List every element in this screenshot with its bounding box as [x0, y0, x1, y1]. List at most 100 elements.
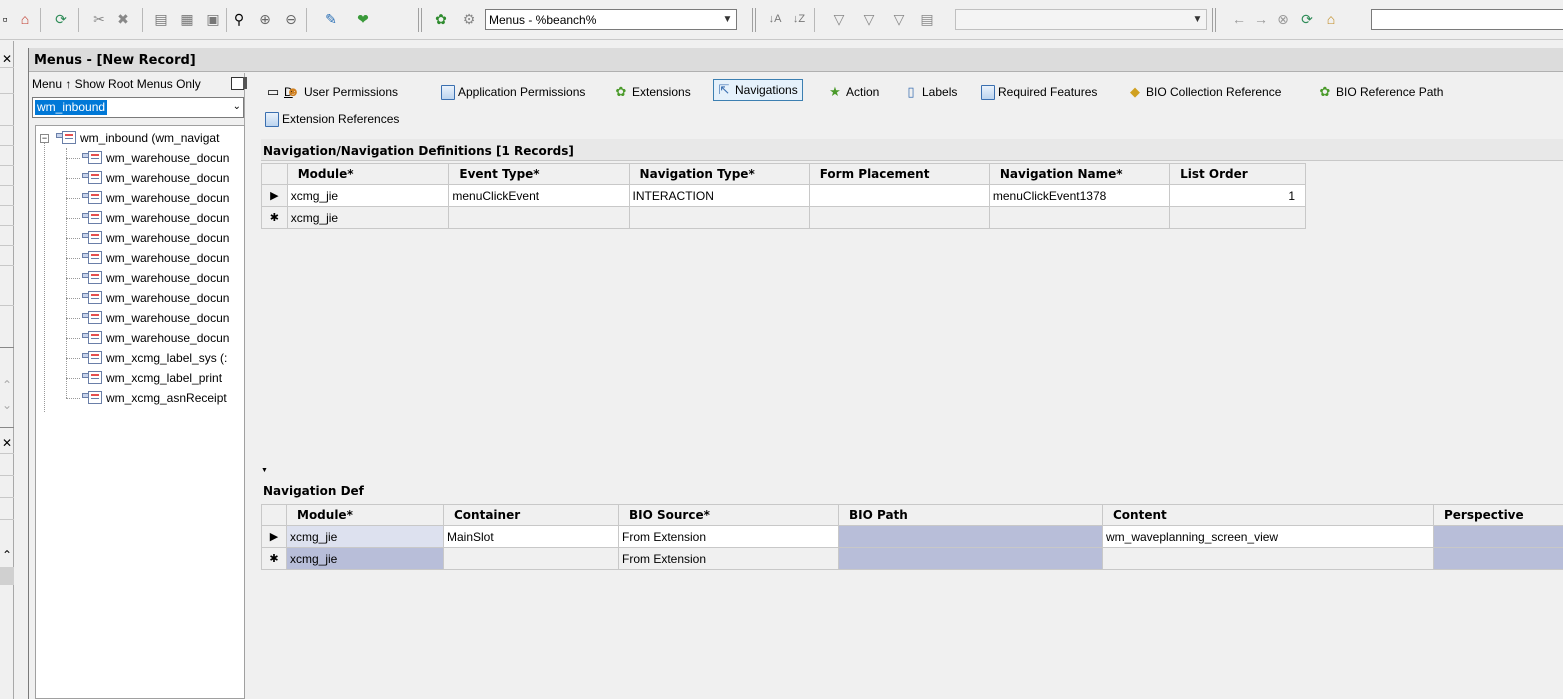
- new-row-icon[interactable]: ✱: [261, 206, 288, 229]
- form-view-icon[interactable]: ▤: [152, 10, 170, 28]
- tree-node[interactable]: wm_warehouse_docun: [82, 228, 229, 248]
- tree-node[interactable]: wm_xcmg_asnReceipt: [82, 388, 227, 408]
- home-page-icon[interactable]: ⌂: [1322, 10, 1340, 28]
- grid-splitter[interactable]: ▼: [261, 467, 1563, 474]
- edit-icon[interactable]: ✎: [322, 10, 340, 28]
- grid-cell[interactable]: wm_waveplanning_screen_view: [1102, 525, 1434, 548]
- grid-cell[interactable]: [1433, 547, 1563, 570]
- grid-cell[interactable]: [448, 206, 630, 229]
- tree-node[interactable]: wm_warehouse_docun: [82, 188, 229, 208]
- current-row-icon[interactable]: ▶: [261, 184, 288, 207]
- delete-icon[interactable]: ✖: [114, 10, 132, 28]
- tree-node[interactable]: wm_warehouse_docun: [82, 168, 229, 188]
- filter-by-selection-icon[interactable]: ▽: [830, 10, 848, 28]
- zoom-in-icon[interactable]: ⊕: [256, 10, 274, 28]
- chevron-down-icon[interactable]: ⌄: [233, 101, 241, 112]
- column-header[interactable]: Module*: [286, 504, 444, 526]
- remove-filter-icon[interactable]: ▽: [890, 10, 908, 28]
- tree-node[interactable]: wm_warehouse_docun: [82, 248, 229, 268]
- chevron-up-icon[interactable]: ⌃: [0, 377, 14, 393]
- refresh-page-icon[interactable]: ⟳: [1298, 10, 1316, 28]
- cut-icon[interactable]: ✂: [90, 10, 108, 28]
- save-icon[interactable]: ❤: [354, 10, 372, 28]
- menu-filter-combo[interactable]: Menus - %beanch% ▼: [485, 9, 737, 30]
- grid-cell[interactable]: [808, 206, 990, 229]
- grid-cell[interactable]: [1433, 525, 1563, 548]
- column-header[interactable]: Event Type*: [448, 163, 630, 185]
- saved-filter-combo[interactable]: ▼: [955, 9, 1207, 30]
- grid-cell[interactable]: [1102, 547, 1434, 570]
- column-header[interactable]: Content: [1102, 504, 1434, 526]
- close-icon[interactable]: ✕: [0, 435, 14, 451]
- tree-node[interactable]: wm_warehouse_docun: [82, 308, 229, 328]
- tab-bio-collection-reference[interactable]: ◆ BIO Collection Reference: [1127, 81, 1281, 103]
- tab-navigations[interactable]: ⇱ Navigations: [713, 79, 803, 101]
- forward-arrow-icon[interactable]: →: [1252, 10, 1270, 28]
- tab-extension-references[interactable]: Extension References: [265, 108, 399, 130]
- grid-cell[interactable]: INTERACTION: [628, 184, 810, 207]
- column-header[interactable]: Container: [443, 504, 619, 526]
- grid-cell[interactable]: [808, 184, 990, 207]
- tab-bio-reference-path[interactable]: ✿ BIO Reference Path: [1317, 81, 1444, 103]
- new-row-icon[interactable]: ✱: [261, 547, 287, 570]
- close-icon[interactable]: ✕: [0, 51, 14, 67]
- tree-node-root[interactable]: − wm_inbound (wm_navigat: [36, 128, 219, 148]
- zoom-out-icon[interactable]: ⊖: [282, 10, 300, 28]
- column-header[interactable]: Form Placement: [808, 163, 990, 185]
- tab-extensions[interactable]: ✿ Extensions: [613, 81, 691, 103]
- grid-cell[interactable]: 1: [1169, 184, 1306, 207]
- grid-cell[interactable]: [838, 547, 1103, 570]
- window-icon[interactable]: ▫: [0, 10, 14, 28]
- new-record-row[interactable]: ✱ xcmg_jie: [261, 206, 1306, 229]
- panel-splitter-handle[interactable]: [243, 77, 247, 89]
- grid-cell[interactable]: menuClickEvent: [448, 184, 630, 207]
- filter-icon[interactable]: ▽: [860, 10, 878, 28]
- chevron-down-icon[interactable]: ⌄: [0, 397, 14, 413]
- tab-application-permissions[interactable]: Application Permissions: [441, 81, 585, 103]
- toolbar-grip[interactable]: [1212, 8, 1216, 32]
- tab-labels[interactable]: ▯ Labels: [903, 81, 957, 103]
- filter-form-icon[interactable]: ▤: [918, 10, 936, 28]
- chevron-down-icon[interactable]: ▼: [719, 10, 736, 29]
- tree-node[interactable]: wm_warehouse_docun: [82, 148, 229, 168]
- tree-node[interactable]: wm_warehouse_docun: [82, 208, 229, 228]
- current-row-icon[interactable]: ▶: [261, 525, 287, 548]
- back-arrow-icon[interactable]: ←: [1230, 10, 1248, 28]
- grid-cell[interactable]: xcmg_jie: [286, 206, 450, 229]
- grid-cell[interactable]: MainSlot: [443, 525, 619, 548]
- tree-node[interactable]: wm_warehouse_docun: [82, 288, 229, 308]
- gear-icon[interactable]: ⚙: [460, 10, 478, 28]
- sort-ascending-icon[interactable]: ↓A: [766, 10, 784, 28]
- grid-cell[interactable]: menuClickEvent1378: [988, 184, 1171, 207]
- tree-node[interactable]: wm_warehouse_docun: [82, 268, 229, 288]
- sort-descending-icon[interactable]: ↓Z: [790, 10, 808, 28]
- chevron-down-icon[interactable]: ▼: [1189, 10, 1206, 29]
- zoom-window-icon[interactable]: ▣: [204, 10, 222, 28]
- address-input[interactable]: [1371, 9, 1563, 30]
- grid-cell[interactable]: xcmg_jie: [286, 525, 444, 548]
- column-header[interactable]: Navigation Name*: [988, 163, 1171, 185]
- grid-cell[interactable]: [443, 547, 619, 570]
- table-row[interactable]: ▶ xcmg_jie MainSlot From Extension wm_wa…: [261, 525, 1563, 548]
- toolbar-grip[interactable]: [752, 8, 756, 32]
- column-header[interactable]: BIO Source*: [618, 504, 839, 526]
- tab-action[interactable]: ★ Action: [827, 81, 879, 103]
- column-header[interactable]: Module*: [286, 163, 450, 185]
- table-row[interactable]: ▶ xcmg_jie menuClickEvent INTERACTION me…: [261, 184, 1306, 207]
- grid-cell[interactable]: [838, 525, 1103, 548]
- binoculars-icon[interactable]: ⚲: [230, 10, 248, 28]
- chevron-up-icon[interactable]: ⌃: [0, 547, 14, 563]
- tab-user-permissions[interactable]: ☻ User Permissions: [285, 81, 398, 103]
- home-icon[interactable]: ⌂: [16, 10, 34, 28]
- grid-cell[interactable]: [1169, 206, 1306, 229]
- scrollbar-thumb[interactable]: [0, 567, 14, 585]
- grid-cell[interactable]: From Extension: [618, 525, 839, 548]
- new-record-row[interactable]: ✱ xcmg_jie From Extension: [261, 547, 1563, 570]
- tree-node[interactable]: wm_xcmg_label_print: [82, 368, 222, 388]
- tree-node[interactable]: wm_xcmg_label_sys (:: [82, 348, 227, 368]
- grid-cell[interactable]: xcmg_jie: [286, 184, 450, 207]
- root-menu-combo[interactable]: wm_inbound ⌄: [32, 97, 244, 118]
- grid-cell[interactable]: [628, 206, 810, 229]
- tree-node[interactable]: wm_warehouse_docun: [82, 328, 229, 348]
- refresh-icon[interactable]: ⟳: [52, 10, 70, 28]
